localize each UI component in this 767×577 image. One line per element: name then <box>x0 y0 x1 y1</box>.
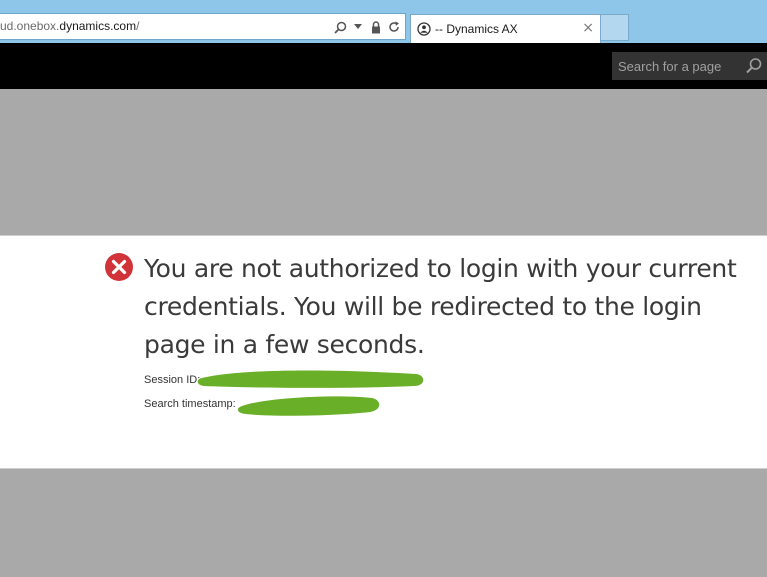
address-url[interactable]: ud.onebox.dynamics.com/ <box>0 19 139 33</box>
search-timestamp-row: Search timestamp: <box>144 398 236 410</box>
address-bar[interactable]: ud.onebox.dynamics.com/ <box>0 13 406 40</box>
browser-toolbar: ud.onebox.dynamics.com/ -- Dynamics AX × <box>0 0 767 43</box>
app-header: Search for a page <box>0 43 767 89</box>
refresh-icon[interactable] <box>387 19 401 35</box>
search-icon[interactable] <box>333 19 347 35</box>
search-icon[interactable] <box>745 57 763 75</box>
tab-dynamics-ax[interactable]: -- Dynamics AX × <box>410 14 601 43</box>
lock-icon[interactable] <box>369 19 383 35</box>
new-tab-button[interactable] <box>601 14 629 41</box>
search-placeholder: Search for a page <box>618 59 722 74</box>
favicon <box>417 22 431 36</box>
search-input[interactable]: Search for a page <box>612 52 767 80</box>
dropdown-arrow-icon[interactable] <box>351 19 365 35</box>
session-id-redaction <box>197 370 424 388</box>
close-icon[interactable]: × <box>582 20 594 36</box>
tab-title: -- Dynamics AX <box>435 22 518 36</box>
error-message-panel: You are not authorized to login with you… <box>0 235 767 469</box>
search-timestamp-redaction <box>237 396 380 416</box>
error-icon <box>105 253 133 281</box>
search-timestamp-label: Search timestamp: <box>144 398 236 410</box>
session-id-label: Session ID: <box>144 374 201 386</box>
session-id-row: Session ID: <box>144 374 200 386</box>
error-message: You are not authorized to login with you… <box>144 254 737 359</box>
